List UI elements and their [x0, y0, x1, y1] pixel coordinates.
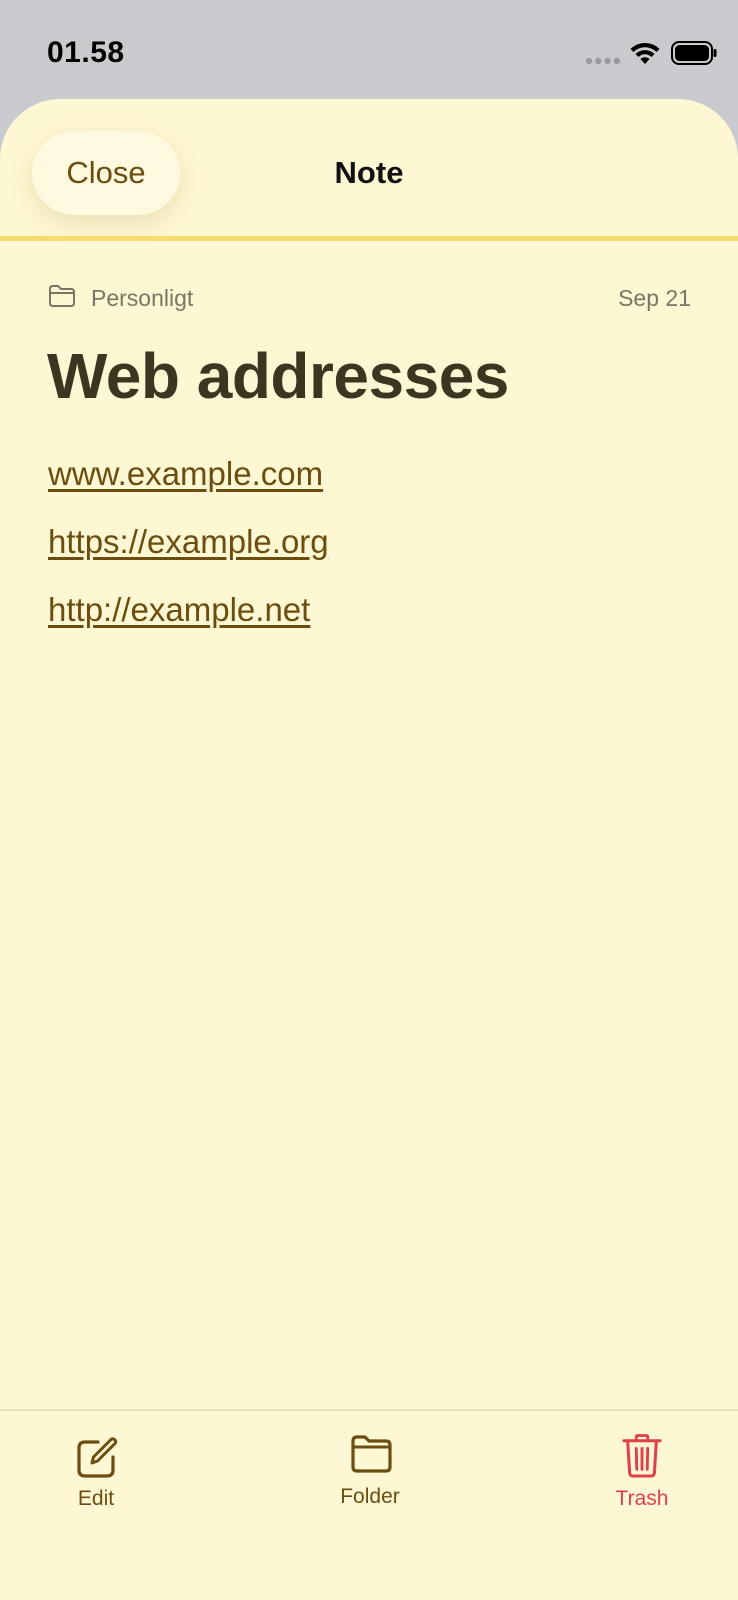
note-body: www.example.com https://example.org http…: [48, 454, 688, 658]
note-folder-name[interactable]: Personligt: [91, 285, 193, 312]
status-bar: 01.58: [0, 0, 738, 100]
navigation-bar: Close Note: [0, 99, 738, 241]
status-time: 01.58: [47, 36, 125, 69]
cellular-signal-icon: [585, 57, 621, 65]
bottom-toolbar: Edit Folder Trash: [0, 1409, 738, 1600]
trash-icon: [622, 1434, 662, 1478]
nav-divider: [0, 236, 738, 241]
folder-label: Folder: [340, 1485, 400, 1508]
note-title: Web addresses: [47, 340, 509, 412]
trash-button[interactable]: Trash: [582, 1411, 702, 1531]
link-http-example-net[interactable]: http://example.net: [48, 590, 688, 658]
folder-icon: [49, 285, 75, 307]
note-date: Sep 21: [618, 285, 691, 311]
folder-icon: [351, 1435, 392, 1473]
link-www-example-com[interactable]: www.example.com: [48, 454, 688, 522]
edit-button[interactable]: Edit: [36, 1411, 156, 1531]
note-meta: Personligt Sep 21: [48, 281, 691, 317]
note-sheet: Close Note Personligt Sep 21 Web address…: [0, 99, 738, 1600]
link-https-example-org[interactable]: https://example.org: [48, 522, 688, 590]
wifi-icon: [630, 42, 660, 64]
trash-label: Trash: [615, 1487, 669, 1510]
folder-button[interactable]: Folder: [310, 1411, 430, 1531]
square-pencil-icon: [77, 1437, 118, 1478]
page-title: Note: [334, 155, 404, 190]
edit-label: Edit: [77, 1487, 115, 1510]
battery-icon: [671, 41, 717, 65]
